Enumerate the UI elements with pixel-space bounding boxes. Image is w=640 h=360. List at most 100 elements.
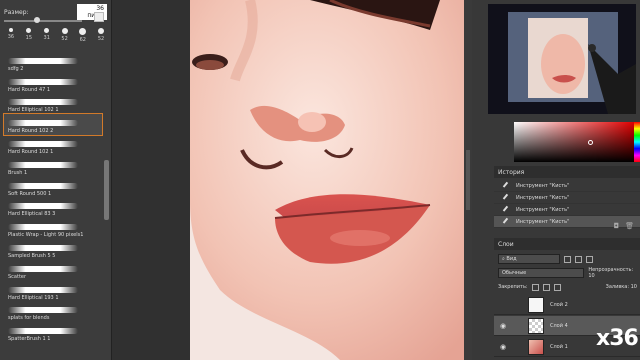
layer-thumbnail [528,317,544,334]
brush-icon [502,193,512,203]
preset-dot-icon [44,28,50,33]
canvas-scrollbar[interactable] [466,150,470,210]
brush-settings-icon[interactable] [94,12,104,22]
history-panel-title[interactable]: История [494,166,640,178]
brush-list-item[interactable]: Hard Round 47 1 [4,73,102,94]
blend-mode-select[interactable]: Обычные [498,268,585,278]
layer-name: Слой 2 [550,301,568,308]
trash-icon[interactable]: 🗑 [625,222,634,234]
brush-name: splats for blends [8,315,50,322]
brush-name: Hard Elliptical 193 1 [8,294,59,301]
preset-dot-icon [98,28,105,34]
brush-list-item[interactable]: Sampled Brush 5 5 [4,239,102,260]
brush-preset[interactable]: 31 [44,28,50,41]
speed-badge: x36 [596,326,639,351]
brush-list-item[interactable]: Hard Round 102 1 [4,135,102,156]
brush-stroke-preview [8,224,78,231]
blend-row: Обычные Непрозрачность: 10 [494,267,640,279]
brush-name: Plastic Wrap - Light 90 pixels1 [8,232,84,239]
brush-preset-panel: Размер: 36 пикс. 361531526252 sdfg 2Hard… [0,0,112,360]
history-item[interactable]: Инструмент "Кисть" [494,204,640,216]
brush-list-item[interactable]: Hard Round 102 2 [3,113,103,137]
reference-video-overlay [488,4,636,114]
preset-size-label: 31 [43,35,50,41]
preset-dot-icon [8,28,13,32]
brush-stroke-preview [8,57,78,64]
brush-preset[interactable]: 36 [8,28,14,40]
brush-list-item[interactable]: Hard Elliptical 83 3 [4,198,102,219]
preset-dot-icon [26,28,32,33]
brush-stroke-preview [8,182,78,189]
lock-row: Закрепить: Заливка: 10 [494,281,640,293]
portrait-painting [190,0,464,360]
brush-name: Sampled Brush 5 5 [8,252,56,259]
color-picker-cursor[interactable] [588,140,593,145]
brush-stroke-preview [8,120,78,127]
brush-name: sdfg 2 [8,65,24,72]
filter-pixel-icon[interactable] [564,255,571,263]
visibility-eye-icon[interactable]: ◉ [494,343,512,351]
brush-list-item[interactable]: Hard Elliptical 102 1 [4,94,102,115]
lock-label: Закрепить: [498,284,528,290]
history-item-label: Инструмент "Кисть" [516,194,570,201]
size-slider[interactable] [4,17,82,23]
history-item-label: Инструмент "Кисть" [516,206,570,213]
layer-filter-select[interactable]: ⌕ Вид [498,254,560,264]
brush-stroke-preview [8,244,78,251]
layer-thumbnail [528,338,544,355]
layer-name: Слой 1 [550,343,568,350]
brush-name: SpatterBrush 1 1 [8,336,51,343]
camera-icon[interactable]: ◘ [614,222,620,234]
opacity-label[interactable]: Непрозрачность: 10 [588,267,640,279]
brush-list-item[interactable]: Soft Round 500 1 [4,177,102,198]
preset-size-label: 62 [79,37,86,43]
history-item[interactable]: Инструмент "Кисть" [494,192,640,204]
brush-name: Hard Elliptical 102 1 [8,107,59,114]
lock-all-icon[interactable] [553,283,561,291]
brush-name: Hard Round 102 2 [8,128,54,135]
brush-preset[interactable]: 52 [61,28,68,42]
brush-list-item[interactable]: Plastic Wrap - Light 90 pixels1 [4,218,102,239]
brush-list-item[interactable]: Scatter [4,260,102,281]
brush-presets-row: 36 15 31 52 62 52 [0,28,112,50]
lock-position-icon[interactable] [542,283,550,291]
brush-name: Hard Round 47 1 [8,86,51,93]
brush-preset[interactable]: 62 [79,28,87,43]
brush-stroke-preview [8,99,78,106]
document-canvas[interactable] [190,0,464,360]
filter-type-icon[interactable] [586,255,593,263]
brush-stroke-preview [8,328,78,335]
brush-stroke-preview [8,140,78,147]
filter-adjust-icon[interactable] [575,255,582,263]
brush-list: sdfg 2 Hard Round 47 1 Hard Elliptical 102… [3,52,103,343]
layers-panel-title[interactable]: Слои [494,238,640,250]
brush-list-scrollbar[interactable] [104,160,109,220]
brush-name: Hard Round 102 1 [8,148,54,155]
size-label: Размер: [4,8,29,16]
brush-preset[interactable]: 52 [98,28,104,42]
brush-stroke-preview [8,78,78,85]
brush-stroke-preview [8,161,78,168]
brush-list-item[interactable]: sdfg 2 [4,52,102,73]
brush-list-item[interactable]: Brush 1 [4,156,102,177]
brush-stroke-preview [8,307,78,314]
lock-pixels-icon[interactable] [531,283,539,291]
size-slider-knob[interactable] [34,17,40,23]
layer-filter-row: ⌕ Вид [494,253,640,265]
brush-list-item[interactable]: splats for blends [4,302,102,323]
history-toolbar: ◘ 🗑 [494,222,640,234]
brush-list-item[interactable]: SpatterBrush 1 1 [4,322,102,343]
preset-dot-icon [61,28,68,34]
history-item[interactable]: Инструмент "Кисть" [494,180,640,192]
brush-name: Soft Round 500 1 [8,190,52,197]
brush-icon [502,181,512,191]
visibility-eye-icon[interactable]: ◉ [494,322,512,330]
brush-name: Scatter [8,273,27,280]
layer-row[interactable]: Слой 2 [494,295,640,315]
color-picker-field[interactable] [514,122,634,162]
hue-slider[interactable] [634,122,640,162]
brush-preset[interactable]: 15 [26,28,32,41]
brush-list-item[interactable]: Hard Elliptical 193 1 [4,281,102,302]
fill-label[interactable]: Заливка: 10 [606,284,640,290]
brush-stroke-preview [8,286,78,293]
